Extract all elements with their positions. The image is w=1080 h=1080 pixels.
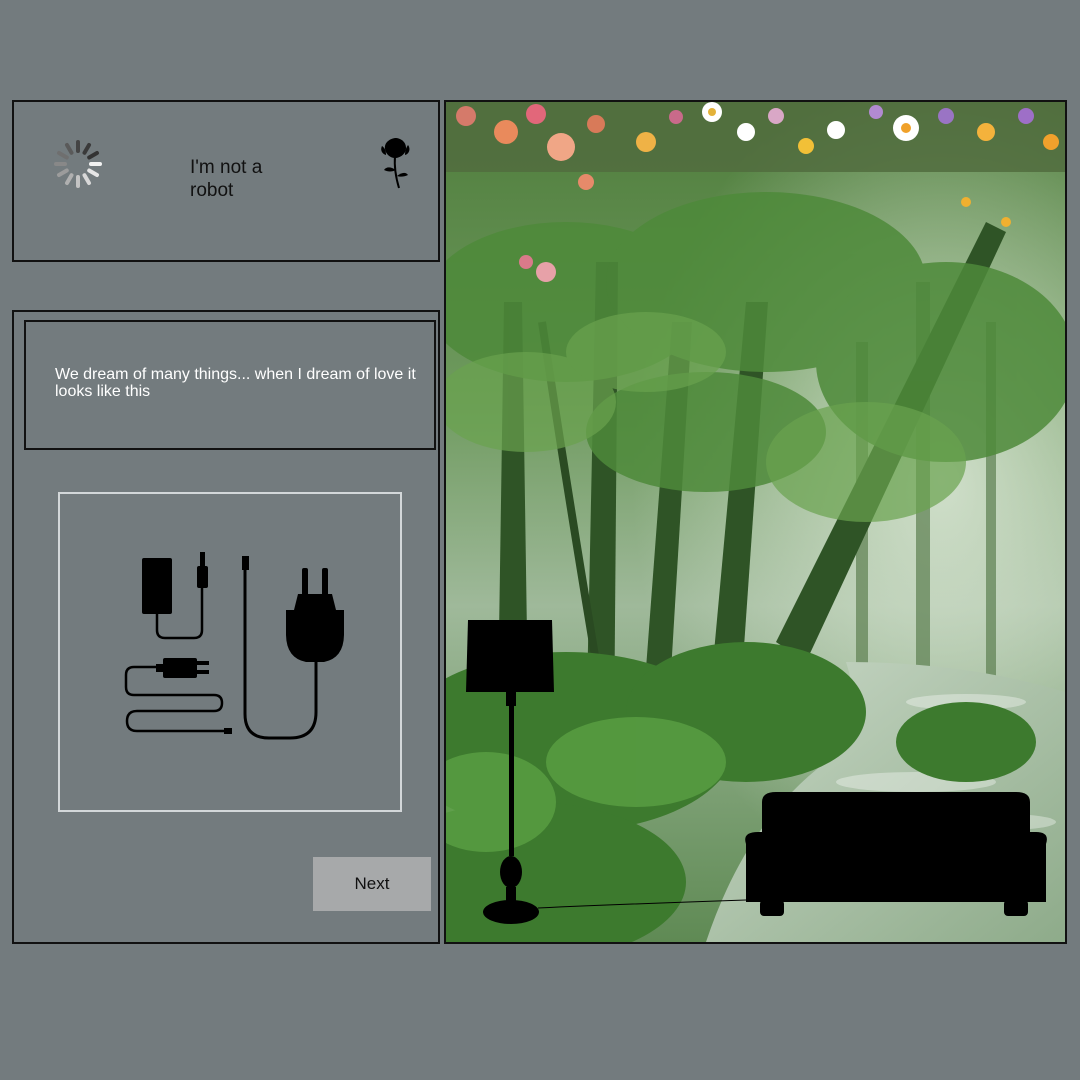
challenge-panel: We dream of many things... when I dream …: [12, 310, 440, 944]
captcha-label: I'm not a robot: [190, 157, 263, 201]
loading-spinner-icon[interactable]: [50, 136, 106, 192]
challenge-tile[interactable]: [58, 492, 402, 812]
rose-icon: [378, 136, 412, 190]
chargers-and-plug-icon: [124, 552, 344, 740]
prompt-box: We dream of many things... when I dream …: [24, 320, 436, 450]
challenge-prompt: We dream of many things... when I dream …: [55, 366, 416, 400]
next-button[interactable]: Next: [313, 857, 431, 911]
forest-scene-image: [444, 100, 1067, 944]
captcha-panel: I'm not a robot: [12, 100, 440, 262]
sofa-icon: [745, 792, 1047, 916]
